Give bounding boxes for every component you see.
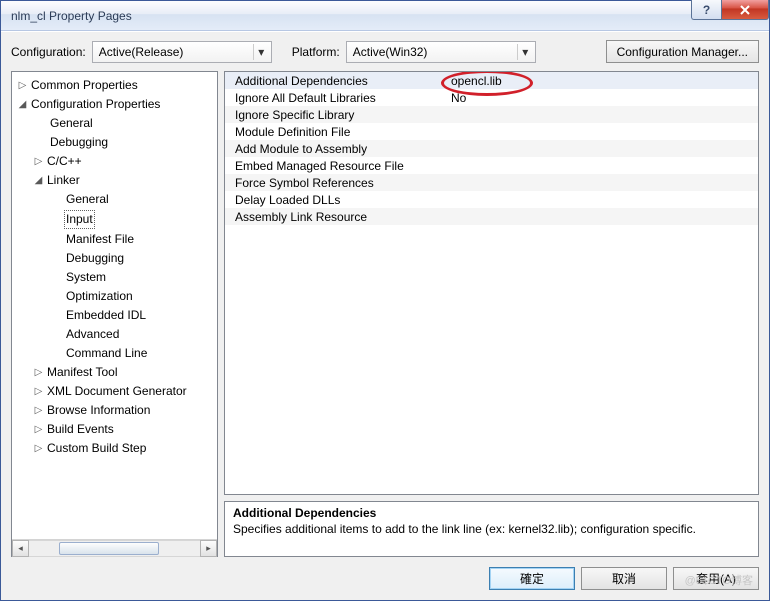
expand-icon[interactable]: ▷ (16, 77, 29, 94)
grid-cell-name: Ignore Specific Library (225, 108, 445, 122)
configuration-dropdown[interactable]: Active(Release) ▾ (92, 41, 272, 63)
tree-item-custom[interactable]: ▷Custom Build Step (12, 439, 217, 458)
close-icon (740, 5, 750, 15)
tree[interactable]: ▷Common Properties ◢Configuration Proper… (12, 72, 217, 539)
ok-button[interactable]: 確定 (489, 567, 575, 590)
footer: 確定 取消 套用(A) @51CTO博客 (11, 557, 759, 590)
tree-item-cpp[interactable]: ▷C/C++ (12, 152, 217, 171)
tree-item-build-events[interactable]: ▷Build Events (12, 420, 217, 439)
tree-item-linker-debugging[interactable]: Debugging (12, 249, 217, 268)
client-area: Configuration: Active(Release) ▾ Platfor… (1, 31, 769, 600)
chevron-down-icon: ▾ (253, 44, 269, 60)
chevron-down-icon: ▾ (517, 44, 533, 60)
property-grid[interactable]: Additional Dependencies opencl.lib Ignor… (224, 71, 759, 495)
tree-item-xml-gen[interactable]: ▷XML Document Generator (12, 382, 217, 401)
scroll-left-icon[interactable]: ◂ (12, 540, 29, 557)
grid-row[interactable]: Delay Loaded DLLs (225, 191, 758, 208)
tree-item-common[interactable]: ▷Common Properties (12, 76, 217, 95)
configuration-label: Configuration: (11, 45, 86, 59)
description-panel: Additional Dependencies Specifies additi… (224, 501, 759, 557)
grid-row[interactable]: Add Module to Assembly (225, 140, 758, 157)
scroll-right-icon[interactable]: ▸ (200, 540, 217, 557)
grid-cell-name: Ignore All Default Libraries (225, 91, 445, 105)
grid-cell-name: Module Definition File (225, 125, 445, 139)
tree-panel: ▷Common Properties ◢Configuration Proper… (11, 71, 218, 557)
tree-item-linker-system[interactable]: System (12, 268, 217, 287)
config-row: Configuration: Active(Release) ▾ Platfor… (11, 40, 759, 63)
main-area: ▷Common Properties ◢Configuration Proper… (11, 71, 759, 557)
expand-icon[interactable]: ▷ (32, 402, 45, 419)
grid-cell-name: Assembly Link Resource (225, 210, 445, 224)
grid-row[interactable]: Ignore All Default Libraries No (225, 89, 758, 106)
grid-cell-name: Add Module to Assembly (225, 142, 445, 156)
tree-item-linker-manifest[interactable]: Manifest File (12, 230, 217, 249)
grid-row[interactable]: Ignore Specific Library (225, 106, 758, 123)
tree-item-config[interactable]: ◢Configuration Properties (12, 95, 217, 114)
tree-hscrollbar[interactable]: ◂ ▸ (12, 539, 217, 556)
platform-label: Platform: (292, 45, 340, 59)
cancel-button[interactable]: 取消 (581, 567, 667, 590)
expand-icon[interactable]: ▷ (32, 383, 45, 400)
expand-icon[interactable]: ▷ (32, 153, 45, 170)
tree-item-linker-opt[interactable]: Optimization (12, 287, 217, 306)
platform-dropdown[interactable]: Active(Win32) ▾ (346, 41, 536, 63)
description-title: Additional Dependencies (233, 506, 750, 520)
tree-item-linker[interactable]: ◢Linker (12, 171, 217, 190)
scroll-thumb[interactable] (59, 542, 159, 555)
tree-item-browse[interactable]: ▷Browse Information (12, 401, 217, 420)
grid-cell-name: Embed Managed Resource File (225, 159, 445, 173)
right-panel: Additional Dependencies opencl.lib Ignor… (224, 71, 759, 557)
grid-cell-value[interactable]: No (445, 91, 758, 105)
scroll-track[interactable] (29, 540, 200, 557)
tree-item-linker-adv[interactable]: Advanced (12, 325, 217, 344)
grid-cell-name: Additional Dependencies (225, 74, 445, 88)
expand-icon[interactable]: ▷ (32, 440, 45, 457)
tree-item-linker-general[interactable]: General (12, 190, 217, 209)
expand-icon[interactable]: ▷ (32, 364, 45, 381)
grid-cell-value[interactable]: opencl.lib (445, 74, 758, 88)
description-text: Specifies additional items to add to the… (233, 522, 750, 536)
grid-row[interactable]: Module Definition File (225, 123, 758, 140)
configuration-manager-button[interactable]: Configuration Manager... (606, 40, 759, 63)
platform-value: Active(Win32) (353, 45, 428, 59)
grid-row[interactable]: Embed Managed Resource File (225, 157, 758, 174)
tree-item-linker-cmd[interactable]: Command Line (12, 344, 217, 363)
tree-item-linker-idl[interactable]: Embedded IDL (12, 306, 217, 325)
grid-cell-name: Force Symbol References (225, 176, 445, 190)
collapse-icon[interactable]: ◢ (32, 172, 45, 189)
grid-row[interactable]: Assembly Link Resource (225, 208, 758, 225)
configuration-value: Active(Release) (99, 45, 184, 59)
grid-row[interactable]: Force Symbol References (225, 174, 758, 191)
tree-item-linker-input[interactable]: Input (12, 209, 217, 230)
close-button[interactable] (721, 0, 769, 20)
help-button[interactable]: ? (691, 0, 721, 20)
tree-item-debugging[interactable]: Debugging (12, 133, 217, 152)
window-buttons: ? (691, 0, 769, 20)
grid-cell-name: Delay Loaded DLLs (225, 193, 445, 207)
titlebar[interactable]: nlm_cl Property Pages ? (1, 1, 769, 31)
collapse-icon[interactable]: ◢ (16, 96, 29, 113)
tree-item-manifest-tool[interactable]: ▷Manifest Tool (12, 363, 217, 382)
apply-button[interactable]: 套用(A) (673, 567, 759, 590)
tree-item-general[interactable]: General (12, 114, 217, 133)
property-pages-window: nlm_cl Property Pages ? Configuration: A… (0, 0, 770, 601)
expand-icon[interactable]: ▷ (32, 421, 45, 438)
grid-row[interactable]: Additional Dependencies opencl.lib (225, 72, 758, 89)
window-title: nlm_cl Property Pages (11, 9, 132, 23)
